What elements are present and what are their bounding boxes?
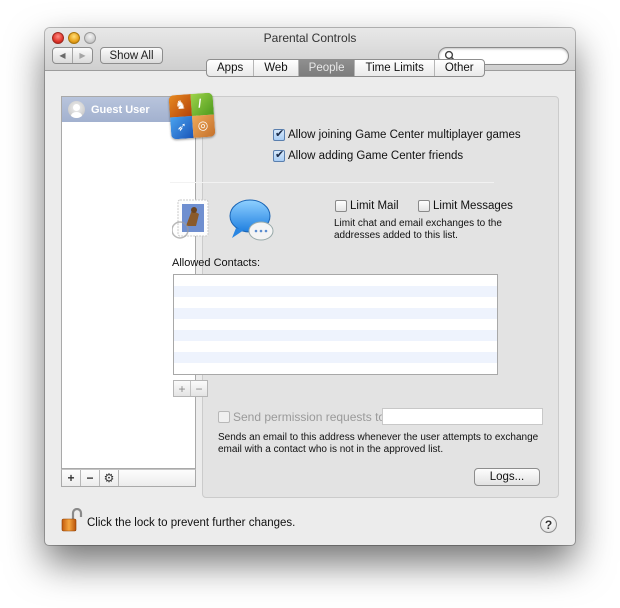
allow-multiplayer-checkbox[interactable]: Allow joining Game Center multiplayer ga… bbox=[273, 127, 521, 141]
lock-message: Click the lock to prevent further change… bbox=[87, 517, 296, 529]
mail-icon bbox=[172, 199, 209, 239]
window-title: Parental Controls bbox=[263, 31, 357, 45]
permission-email-field[interactable] bbox=[382, 408, 543, 425]
help-button[interactable]: ? bbox=[540, 516, 557, 533]
tab-other[interactable]: Other bbox=[433, 60, 484, 76]
users-list-toolbar: + − ⚙ bbox=[61, 469, 196, 487]
show-all-button[interactable]: Show All bbox=[100, 47, 163, 64]
unlocked-lock-icon[interactable] bbox=[61, 508, 83, 532]
remove-contact-button[interactable]: − bbox=[190, 381, 207, 396]
user-name: Guest User bbox=[91, 103, 150, 116]
game-center-icon: ♞ / ➶ ◎ bbox=[168, 92, 216, 140]
back-button[interactable]: ◀ bbox=[53, 48, 72, 63]
gear-icon[interactable]: ⚙ bbox=[100, 470, 119, 486]
messages-icon bbox=[229, 199, 274, 241]
permission-description: Sends an email to this address whenever … bbox=[218, 432, 539, 455]
add-contact-button[interactable]: + bbox=[174, 381, 190, 396]
tab-apps[interactable]: Apps bbox=[207, 60, 253, 76]
checkbox-unchecked[interactable] bbox=[335, 200, 347, 212]
forward-button[interactable]: ▶ bbox=[72, 48, 92, 63]
allowed-contacts-label: Allowed Contacts: bbox=[172, 257, 261, 269]
back-forward-control: ◀ ▶ bbox=[52, 47, 93, 64]
guest-avatar-icon bbox=[68, 101, 85, 118]
contacts-add-remove: + − bbox=[173, 380, 208, 397]
remove-user-button[interactable]: − bbox=[81, 470, 100, 486]
tab-web[interactable]: Web bbox=[253, 60, 297, 76]
allowed-contacts-list[interactable] bbox=[173, 274, 498, 375]
tab-time-limits[interactable]: Time Limits bbox=[354, 60, 433, 76]
add-user-button[interactable]: + bbox=[62, 470, 81, 486]
checkbox-disabled[interactable] bbox=[218, 411, 230, 423]
checkbox-checked[interactable] bbox=[273, 148, 285, 162]
send-permission-checkbox[interactable]: Send permission requests to: bbox=[218, 410, 388, 424]
limit-mail-checkbox[interactable]: Limit Mail bbox=[335, 200, 399, 212]
limit-description: Limit chat and email exchanges to the ad… bbox=[334, 218, 502, 241]
tab-people[interactable]: People bbox=[297, 60, 355, 76]
logs-button[interactable]: Logs... bbox=[474, 468, 540, 486]
section-divider bbox=[170, 182, 494, 183]
allow-friends-checkbox[interactable]: Allow adding Game Center friends bbox=[273, 148, 463, 162]
limit-messages-checkbox[interactable]: Limit Messages bbox=[418, 200, 513, 212]
tab-bar: Apps Web People Time Limits Other bbox=[206, 59, 485, 77]
checkbox-checked[interactable] bbox=[273, 127, 285, 141]
checkbox-unchecked[interactable] bbox=[418, 200, 430, 212]
